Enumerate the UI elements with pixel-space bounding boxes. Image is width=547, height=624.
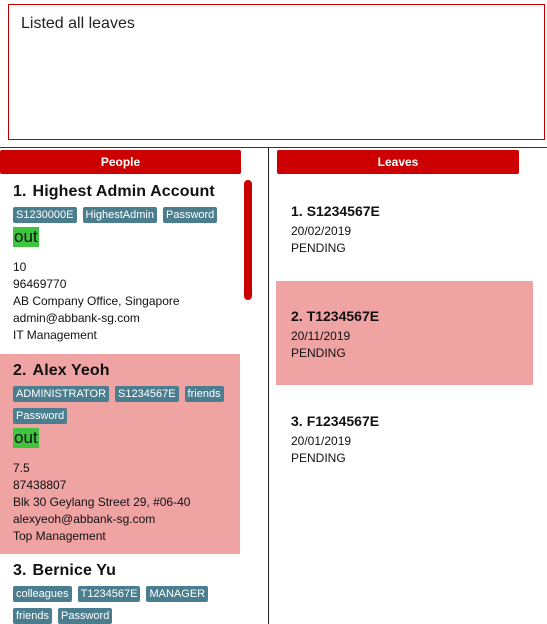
leave-status: PENDING	[291, 346, 346, 360]
tag: HighestAdmin	[82, 207, 157, 223]
people-panel-title: People	[100, 155, 141, 169]
tag: T1234567E	[77, 586, 141, 602]
tag: friends	[13, 608, 53, 624]
person-details: 10 96469770 AB Company Office, Singapore…	[13, 259, 240, 344]
email: alexyeoh@abbank-sg.com	[13, 512, 156, 526]
leave-index: 3.	[291, 413, 303, 429]
leave-id-row: 2. T1234567E	[291, 308, 533, 324]
person-index: 2.	[13, 362, 27, 379]
leave-id-row: 3. F1234567E	[291, 413, 533, 429]
tag-list: S1230000E HighestAdmin Password	[13, 207, 233, 223]
leave-index: 2.	[291, 308, 303, 324]
leave-nric: T1234567E	[306, 308, 380, 324]
tag: MANAGER	[146, 586, 209, 602]
leave-balance: 7.5	[13, 461, 30, 475]
leaves-panel-header: Leaves	[277, 150, 519, 174]
person-name-row: 3. Bernice Yu	[13, 562, 240, 580]
leave-status: PENDING	[291, 241, 346, 255]
tag: S1234567E	[115, 386, 179, 402]
leave-card[interactable]: 3. F1234567E 20/01/2019 PENDING	[276, 386, 533, 490]
people-scrollbar[interactable]	[244, 180, 252, 300]
leave-id-row: 1. S1234567E	[291, 203, 533, 219]
leave-date: 20/11/2019	[291, 329, 351, 343]
status-badge: out	[13, 227, 39, 247]
tag: Password	[58, 608, 113, 624]
phone: 87438807	[13, 478, 67, 492]
people-panel-header: People	[0, 150, 241, 174]
leave-date: 20/02/2019	[291, 224, 352, 238]
leave-nric: F1234567E	[306, 413, 380, 429]
person-card[interactable]: 2. Alex Yeoh ADMINISTRATOR S1234567E frie…	[0, 354, 240, 554]
result-message: Listed all leaves	[21, 15, 135, 32]
leave-date: 20/01/2019	[291, 434, 352, 448]
leave-index: 1.	[291, 203, 303, 219]
tag: friends	[184, 386, 224, 402]
tag: ADMINISTRATOR	[13, 386, 110, 402]
person-card[interactable]: 3. Bernice Yu colleagues T1234567E MANAGE…	[0, 554, 240, 624]
person-card[interactable]: 1. Highest Admin Account S1230000E Highes…	[0, 176, 240, 354]
department: IT Management	[13, 328, 97, 342]
people-list[interactable]: 1. Highest Admin Account S1230000E Highes…	[0, 176, 240, 624]
tag-list: colleagues T1234567E MANAGER friends Pas…	[13, 586, 233, 624]
phone: 96469770	[13, 277, 67, 291]
tag: colleagues	[13, 586, 72, 602]
tag: S1230000E	[13, 207, 77, 223]
person-name: Highest Admin Account	[32, 183, 215, 200]
person-name: Alex Yeoh	[32, 362, 110, 379]
leave-card[interactable]: 2. T1234567E 20/11/2019 PENDING	[276, 281, 533, 385]
leave-card[interactable]: 1. S1234567E 20/02/2019 PENDING	[276, 176, 533, 280]
leave-status: PENDING	[291, 451, 346, 465]
person-index: 3.	[13, 562, 27, 579]
result-display: Listed all leaves	[8, 4, 545, 140]
person-name-row: 1. Highest Admin Account	[13, 183, 240, 201]
address: AB Company Office, Singapore	[13, 294, 180, 308]
status-badge: out	[13, 428, 39, 448]
email: admin@abbank-sg.com	[13, 311, 140, 325]
tag-list: ADMINISTRATOR S1234567E friends Password	[13, 386, 233, 424]
person-name-row: 2. Alex Yeoh	[13, 362, 240, 380]
leaves-panel-title: Leaves	[377, 155, 419, 169]
panel-top-rule	[0, 147, 547, 148]
department: Top Management	[13, 529, 106, 543]
tag: Password	[13, 408, 68, 424]
panel-divider[interactable]	[268, 148, 269, 624]
leave-nric: S1234567E	[306, 203, 380, 219]
tag: Password	[162, 207, 218, 223]
address: Blk 30 Geylang Street 29, #06-40	[13, 495, 191, 509]
person-name: Bernice Yu	[32, 562, 116, 579]
leave-balance: 10	[13, 260, 27, 274]
person-details: 7.5 87438807 Blk 30 Geylang Street 29, #…	[13, 460, 240, 545]
person-index: 1.	[13, 183, 27, 200]
